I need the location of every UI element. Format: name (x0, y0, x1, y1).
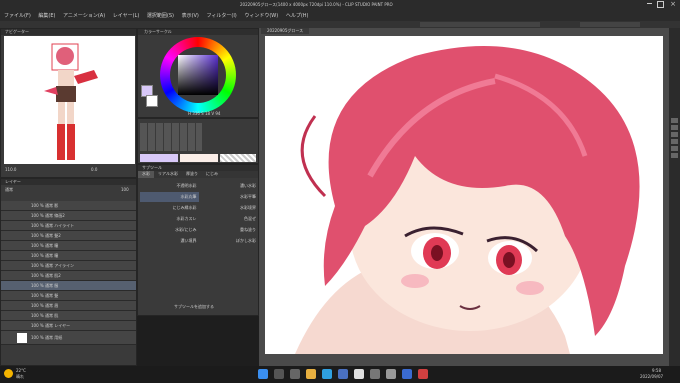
tab-real-watercolor[interactable]: リアル水彩 (154, 171, 182, 178)
layer-item-paper[interactable]: 100 % 通常 用紙 (1, 331, 136, 345)
start-icon[interactable] (258, 369, 268, 379)
brush-item[interactable]: 重ね塗り (200, 225, 259, 235)
layer-panel: レイヤー 通常 100 100 % 通常 影 100 % 通常 線画2 100 … (0, 178, 137, 366)
taskbar: 22°C 晴れ 9:58 2022/09/07 (0, 366, 680, 383)
command-icons[interactable] (420, 22, 540, 27)
menu-selection[interactable]: 選択範囲(S) (147, 11, 174, 21)
subtool-panel: サブツール 水彩 リアル水彩 厚塗り にじみ 不透明水彩 濃い水彩 水彩丸筆 水… (137, 164, 259, 316)
tool-palette (137, 118, 259, 164)
menu-animation[interactable]: アニメーション(A) (63, 11, 105, 21)
layer-item[interactable]: 100 % 通常 眉 (1, 301, 136, 311)
brush-item[interactable]: 色混ぜ (200, 214, 259, 224)
clip-studio-icon[interactable] (386, 369, 396, 379)
right-dock-strip (669, 28, 680, 366)
layer-item[interactable]: 100 % 通常 レイヤー (1, 321, 136, 331)
app-icon[interactable] (370, 369, 380, 379)
menu-window[interactable]: ウィンドウ(W) (244, 11, 278, 21)
transparent-color[interactable] (220, 154, 256, 162)
add-subtool-button[interactable]: サブツールを追加する (174, 304, 214, 310)
task-view-icon[interactable] (290, 369, 300, 379)
blend-mode-select[interactable]: 通常 (5, 187, 13, 193)
menu-view[interactable]: 表示(V) (182, 11, 199, 21)
color-sub-bar[interactable] (180, 154, 218, 162)
brush-item[interactable]: 水彩/にじみ (140, 225, 199, 235)
layer-item[interactable]: 100 % 通常 線画2 (1, 211, 136, 221)
layer-item[interactable]: 100 % 通常 アイライン (1, 261, 136, 271)
color-main-bar[interactable] (140, 154, 178, 162)
search-icon[interactable] (274, 369, 284, 379)
character-thumbnail (44, 43, 98, 160)
paper-thumbnail (17, 333, 27, 343)
brush-item[interactable]: 水彩平筆 (200, 192, 259, 202)
character-illustration (295, 46, 640, 354)
chrome-icon[interactable] (354, 369, 364, 379)
color-panel-title: カラーサークル (138, 29, 258, 35)
view-icons[interactable] (580, 22, 640, 27)
tab-thick-paint[interactable]: 厚塗り (182, 171, 202, 178)
navigator-angle[interactable]: 0.0 (91, 167, 97, 173)
drawing-canvas[interactable] (265, 36, 663, 354)
hsv-readout: H 336 S 18 V 94 (188, 111, 221, 116)
hue-ring[interactable] (160, 37, 236, 113)
menu-layer[interactable]: レイヤー(L) (113, 11, 140, 21)
navigator-title: ナビゲーター (1, 29, 136, 35)
color-circle-panel: カラーサークル H 336 S 18 V 94 (137, 28, 259, 118)
tool-icons[interactable] (140, 123, 202, 151)
command-bar (0, 21, 680, 28)
layer-panel-title: レイヤー (1, 179, 136, 185)
menu-file[interactable]: ファイル(F) (4, 11, 31, 21)
saturation-square[interactable] (178, 55, 218, 95)
layer-item[interactable]: 100 % 通常 肌2 (1, 271, 136, 281)
menu-edit[interactable]: 編集(E) (38, 11, 55, 21)
brush-item[interactable]: 不透明水彩 (140, 181, 199, 191)
menu-bar: ファイル(F) 編集(E) アニメーション(A) レイヤー(L) 選択範囲(S)… (0, 11, 680, 21)
canvas-tab[interactable]: 20220905グロース (261, 28, 310, 34)
navigator-zoom[interactable]: 110.0 (5, 167, 16, 173)
brush-item[interactable]: 水彩境界 (200, 203, 259, 213)
brush-item-selected[interactable]: 水彩丸筆 (140, 192, 199, 202)
layer-item[interactable]: 100 % 通常 瞳 (1, 241, 136, 251)
tab-watercolor[interactable]: 水彩 (138, 171, 154, 178)
maximize-icon[interactable] (657, 1, 664, 8)
tab-blend[interactable]: にじみ (202, 171, 222, 178)
brush-item[interactable]: ぼかし水彩 (200, 236, 259, 246)
window-title: 20220905グロース(1400 x 4000px 720dpi 110.0%… (240, 2, 393, 7)
layer-item-selected[interactable]: 100 % 通常 服 (1, 281, 136, 291)
sub-color-swatch[interactable] (146, 95, 158, 107)
layer-item[interactable]: 100 % 通常 肌 (1, 311, 136, 321)
brush-item[interactable]: 濃い水彩 (200, 181, 259, 191)
brush-item[interactable]: 水彩カスレ (140, 214, 199, 224)
layer-item[interactable]: 100 % 通常 影 (1, 201, 136, 211)
app-icon-2[interactable] (402, 369, 412, 379)
store-icon[interactable] (338, 369, 348, 379)
minimize-icon[interactable] (647, 3, 652, 4)
title-bar: 20220905グロース(1400 x 4000px 720dpi 110.0%… (0, 0, 680, 11)
navigator-preview[interactable] (4, 36, 135, 164)
brush-grid: 不透明水彩 濃い水彩 水彩丸筆 水彩平筆 にじみ縁水彩 水彩境界 水彩カスレ 色… (140, 181, 258, 246)
subtool-tabs: 水彩 リアル水彩 厚塗り にじみ (138, 171, 258, 178)
layer-item[interactable]: 100 % 通常 ハイライト (1, 221, 136, 231)
explorer-icon[interactable] (306, 369, 316, 379)
layer-item[interactable]: 100 % 通常 瞳 (1, 251, 136, 261)
layer-item[interactable]: 100 % 通常 髪 (1, 291, 136, 301)
brush-item[interactable]: 濃い境界 (140, 236, 199, 246)
brave-icon[interactable] (418, 369, 428, 379)
navigator-panel: ナビゲーター 110.0 0.0 (0, 28, 137, 178)
menu-filter[interactable]: フィルター(I) (206, 11, 236, 21)
weather-text: 晴れ (16, 374, 24, 379)
close-icon[interactable]: × (670, 0, 676, 8)
clock-date: 2022/09/07 (640, 374, 664, 379)
menu-help[interactable]: ヘルプ(H) (286, 11, 309, 21)
canvas-area: 20220905グロース (259, 28, 669, 366)
layer-list: 100 % 通常 影 100 % 通常 線画2 100 % 通常 ハイライト 1… (1, 201, 136, 345)
brush-item[interactable]: にじみ縁水彩 (140, 203, 199, 213)
dock-icons[interactable] (671, 118, 678, 158)
opacity-field[interactable]: 100 (121, 187, 129, 193)
edge-icon[interactable] (322, 369, 332, 379)
layer-item[interactable]: 100 % 通常 髪2 (1, 231, 136, 241)
weather-icon[interactable] (4, 369, 13, 378)
